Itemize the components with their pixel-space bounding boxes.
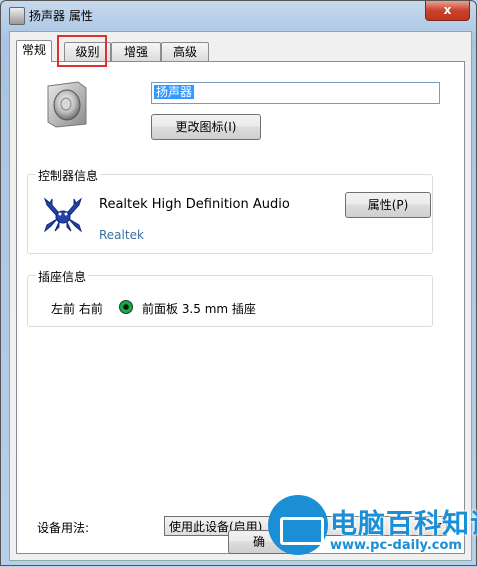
watermark-logo: 电脑百科知识 www.pc-daily.com <box>264 488 477 567</box>
change-icon-button[interactable]: 更改图标(I) <box>151 114 261 140</box>
jack-color-icon <box>119 300 133 314</box>
general-panel: 扬声器 更改图标(I) 控制器信息 Realtek High Definitio… <box>16 61 465 554</box>
title-bar[interactable]: 扬声器 属性 x <box>1 1 476 29</box>
jack-info-group: 插座信息 左前 右前 前面板 3.5 mm 插座 <box>27 268 433 327</box>
jack-channels: 左前 右前 <box>51 302 103 316</box>
tab-advanced[interactable]: 高级 <box>161 42 209 61</box>
close-button[interactable]: x <box>425 1 470 21</box>
speaker-icon <box>47 81 87 128</box>
watermark-monitor-icon <box>268 495 328 555</box>
jack-description: 前面板 3.5 mm 插座 <box>142 302 256 316</box>
window-title: 扬声器 属性 <box>29 9 93 23</box>
controller-vendor-link[interactable]: Realtek <box>99 228 144 242</box>
dialog-client: 常规 级别 增强 高级 扬声器 更改图标(I) 控制器信息 Realtek Hi… <box>9 31 472 561</box>
device-name-text: 扬声器 <box>154 85 195 99</box>
tab-general[interactable]: 常规 <box>16 40 52 62</box>
tab-enhancements[interactable]: 增强 <box>111 42 161 61</box>
properties-window: 扬声器 属性 x 常规 级别 增强 高级 扬声器 更改图标(I) 控制器信息 R… <box>0 0 477 566</box>
watermark-title: 电脑百科知识 <box>330 509 477 540</box>
controller-info-group: 控制器信息 Realtek High Definition Audio Real… <box>27 167 433 254</box>
device-usage-label: 设备用法: <box>37 521 90 535</box>
controller-properties-button[interactable]: 属性(P) <box>345 192 431 218</box>
device-name-input[interactable]: 扬声器 <box>151 82 440 104</box>
realtek-crab-icon <box>43 197 83 233</box>
speaker-small-icon <box>9 7 25 25</box>
watermark-url: www.pc-daily.com <box>330 538 462 553</box>
tab-highlight-box <box>57 35 107 67</box>
jack-info-title: 插座信息 <box>36 268 89 285</box>
controller-name: Realtek High Definition Audio <box>99 197 290 212</box>
controller-info-title: 控制器信息 <box>36 167 101 184</box>
